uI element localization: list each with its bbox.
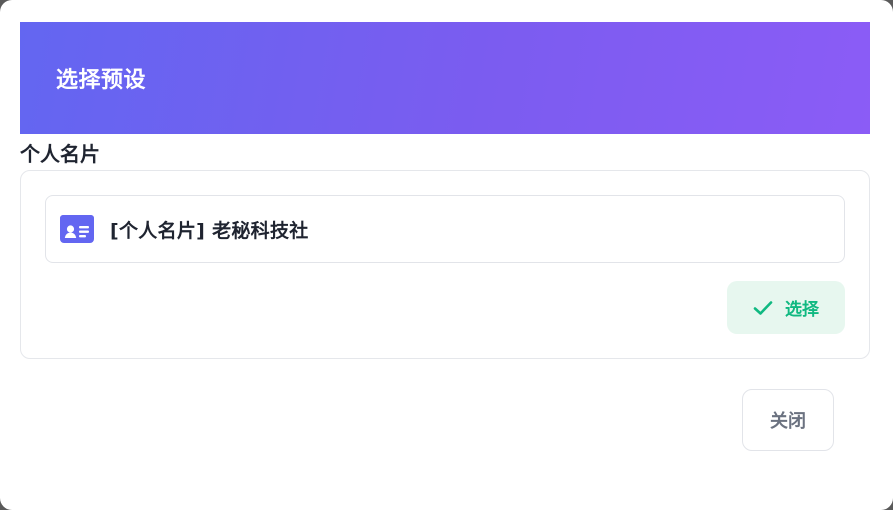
preset-item-label: [个人名片] 老秘科技社 bbox=[110, 219, 309, 242]
close-button[interactable]: 关闭 bbox=[742, 389, 834, 451]
dialog-title: 选择预设 bbox=[56, 68, 147, 93]
check-icon bbox=[753, 300, 773, 316]
preset-item[interactable]: [个人名片] 老秘科技社 bbox=[45, 195, 845, 263]
dialog-header: 选择预设 bbox=[20, 22, 870, 134]
section-title: 个人名片 bbox=[20, 142, 100, 166]
preset-dialog: 选择预设 个人名片 [个人名片] 老秘科技社 选择 关闭 bbox=[0, 0, 893, 510]
select-button[interactable]: 选择 bbox=[727, 281, 845, 334]
preset-card: [个人名片] 老秘科技社 选择 bbox=[20, 170, 870, 359]
select-button-label: 选择 bbox=[785, 300, 819, 320]
id-card-icon bbox=[60, 215, 94, 243]
